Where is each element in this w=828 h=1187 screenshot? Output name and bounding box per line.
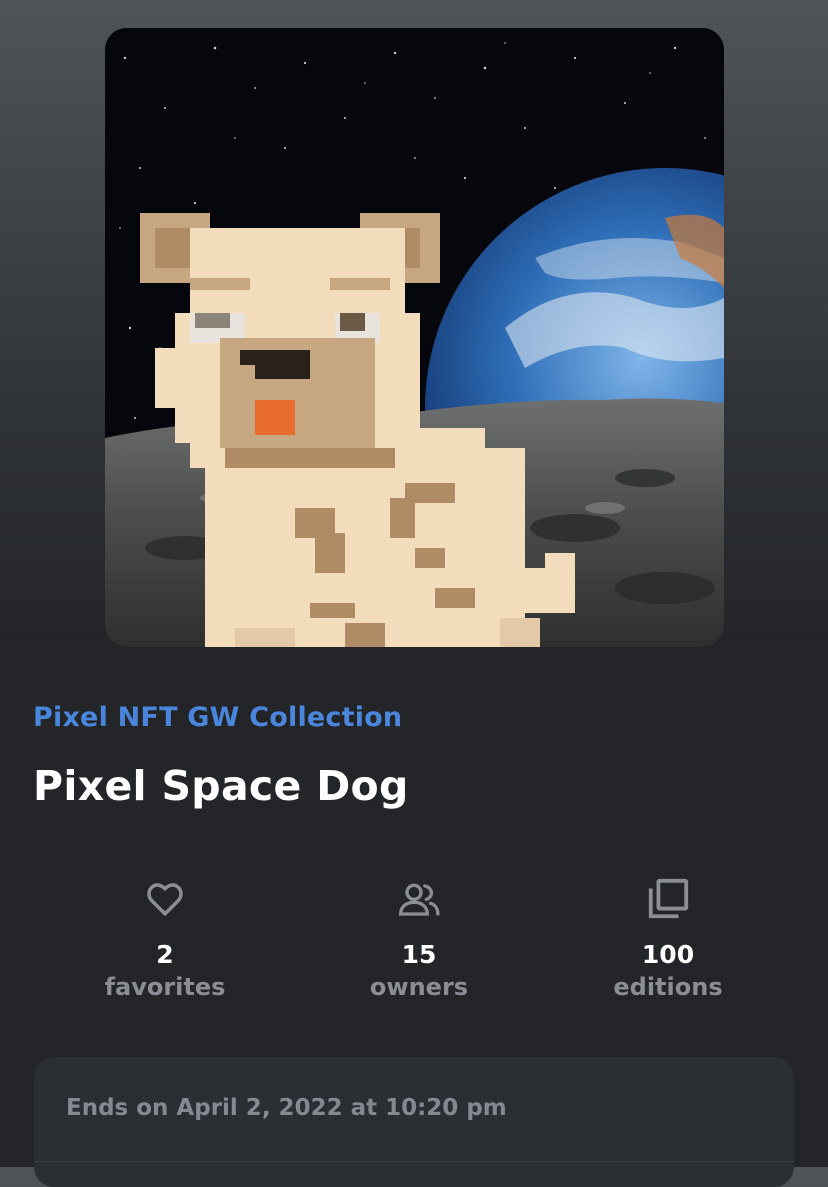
owners-count: 15	[401, 940, 437, 969]
auction-panel: Ends on April 2, 2022 at 10:20 pm	[34, 1057, 794, 1187]
owners-label: owners	[369, 973, 469, 1001]
users-icon	[319, 874, 519, 924]
divider	[34, 1161, 794, 1162]
editions-count: 100	[641, 940, 695, 969]
favorites-label: favorites	[104, 973, 226, 1001]
nft-title: Pixel Space Dog	[33, 762, 409, 810]
nft-artwork[interactable]	[105, 28, 724, 647]
editions-label: editions	[613, 973, 723, 1001]
pixel-space-dog-image	[105, 28, 724, 647]
stat-owners[interactable]: 15 owners	[319, 874, 519, 1001]
heart-icon[interactable]	[65, 874, 265, 924]
collection-link[interactable]: Pixel NFT GW Collection	[33, 702, 402, 733]
stat-favorites[interactable]: 2 favorites	[65, 874, 265, 1001]
favorites-count: 2	[156, 940, 174, 969]
auction-end-time: Ends on April 2, 2022 at 10:20 pm	[66, 1095, 507, 1121]
copy-icon	[568, 874, 768, 924]
stat-editions[interactable]: 100 editions	[568, 874, 768, 1001]
